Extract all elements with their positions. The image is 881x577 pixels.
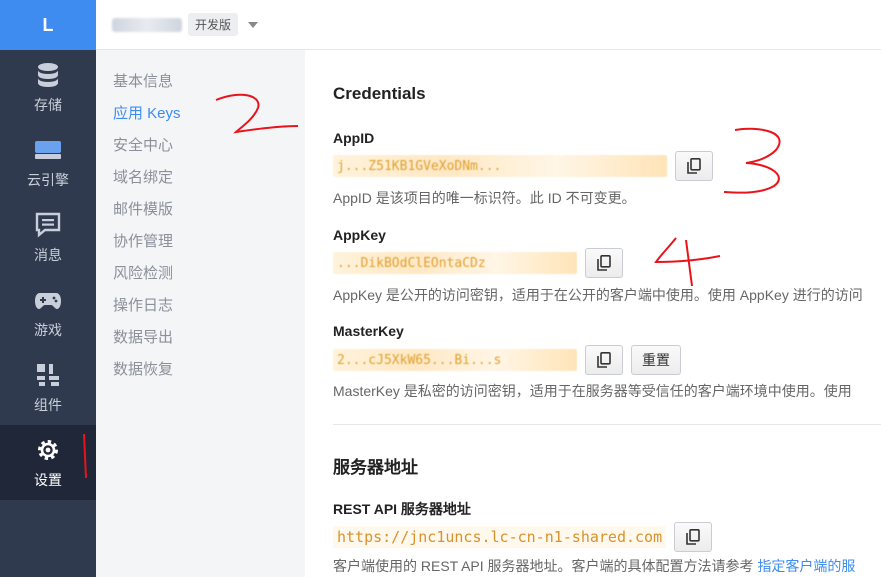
gear-icon [34,436,62,464]
copy-icon [597,255,611,271]
rail-item-cloud-engine[interactable]: 云引擎 [0,125,96,200]
app-logo[interactable]: L [0,0,96,50]
top-bar: 开发版 [96,0,881,50]
rest-api-description: 客户端使用的 REST API 服务器地址。客户端的具体配置方法请参考 指定客户… [333,556,855,576]
credentials-title: Credentials [333,84,426,103]
subnav-item-operation-log[interactable]: 操作日志 [96,290,301,322]
rail-item-label: 云引擎 [27,171,69,188]
environment-badge: 开发版 [188,13,239,36]
copy-icon [597,352,611,368]
copy-appid-button[interactable] [675,151,713,181]
subnav-item-email-templates[interactable]: 邮件模版 [96,194,301,226]
appid-value[interactable]: j...Z51KB1GVeXoDNm... [333,155,667,177]
gamepad-icon [34,286,62,314]
subnav-item-app-keys[interactable]: 应用 Keys [96,98,301,130]
main-panel: Credentials AppID j...Z51KB1GVeXoDNm... … [305,50,881,577]
appkey-value[interactable]: ...DikBOdClEOntaCDz [333,252,577,274]
app-name-redacted[interactable] [112,17,182,32]
components-icon [34,361,62,389]
masterkey-description: MasterKey 是私密的访问密钥，适用于在服务器等受信任的客户端环境中使用。… [333,383,852,399]
rail-item-game[interactable]: 游戏 [0,275,96,350]
rail-item-components[interactable]: 组件 [0,350,96,425]
subnav-item-basic-info[interactable]: 基本信息 [96,66,301,98]
copy-icon [687,158,701,174]
rest-api-label: REST API 服务器地址 [333,501,471,517]
rail-item-storage[interactable]: 存储 [0,50,96,125]
masterkey-label: MasterKey [333,323,404,339]
rail-item-label: 存储 [34,96,62,113]
rail-item-label: 组件 [34,396,62,413]
rest-api-url[interactable]: https://jnc1uncs.lc-cn-n1-shared.com [333,526,667,548]
appid-description: AppID 是该项目的唯一标识符。此 ID 不可变更。 [333,190,636,206]
server-address-title: 服务器地址 [333,458,418,477]
rail-item-settings[interactable]: 设置 [0,425,96,500]
subnav-item-data-export[interactable]: 数据导出 [96,322,301,354]
copy-masterkey-button[interactable] [585,345,623,375]
database-icon [34,61,62,89]
copy-rest-url-button[interactable] [674,522,713,552]
section-divider [333,424,881,425]
subnav-item-collaboration[interactable]: 协作管理 [96,226,301,258]
settings-subnav: 基本信息 应用 Keys 安全中心 域名绑定 邮件模版 协作管理 风险检测 操作… [96,50,301,577]
subnav-item-domain-binding[interactable]: 域名绑定 [96,162,301,194]
rest-api-row: https://jnc1uncs.lc-cn-n1-shared.com [333,522,713,552]
reset-masterkey-button[interactable]: 重置 [631,345,681,375]
subnav-item-risk-detection[interactable]: 风险检测 [96,258,301,290]
appid-row: j...Z51KB1GVeXoDNm... [333,151,713,181]
rail-item-label: 设置 [34,471,62,488]
appkey-label: AppKey [333,227,386,243]
appkey-row: ...DikBOdClEOntaCDz [333,248,623,278]
client-config-link[interactable]: 指定客户端的服 [757,558,855,574]
rest-api-description-text: 客户端使用的 REST API 服务器地址。客户端的具体配置方法请参考 [333,558,754,574]
rail-item-label: 游戏 [34,321,62,338]
rail-item-message[interactable]: 消息 [0,200,96,275]
masterkey-value[interactable]: 2...cJ5XkW65...Bi...s [333,349,577,371]
copy-icon [686,529,700,545]
subnav-item-data-restore[interactable]: 数据恢复 [96,354,301,386]
copy-appkey-button[interactable] [585,248,623,278]
message-icon [34,211,62,239]
chevron-down-icon[interactable] [248,21,259,28]
cloud-engine-icon [34,136,62,164]
appkey-description: AppKey 是公开的访问密钥，适用于在公开的客户端中使用。使用 AppKey … [333,287,863,303]
subnav-item-security[interactable]: 安全中心 [96,130,301,162]
rail-item-label: 消息 [34,246,62,263]
appid-label: AppID [333,130,375,146]
masterkey-row: 2...cJ5XkW65...Bi...s 重置 [333,345,681,375]
left-rail: L 存储 云引擎 消息 游戏 组件 设置 [0,0,96,577]
